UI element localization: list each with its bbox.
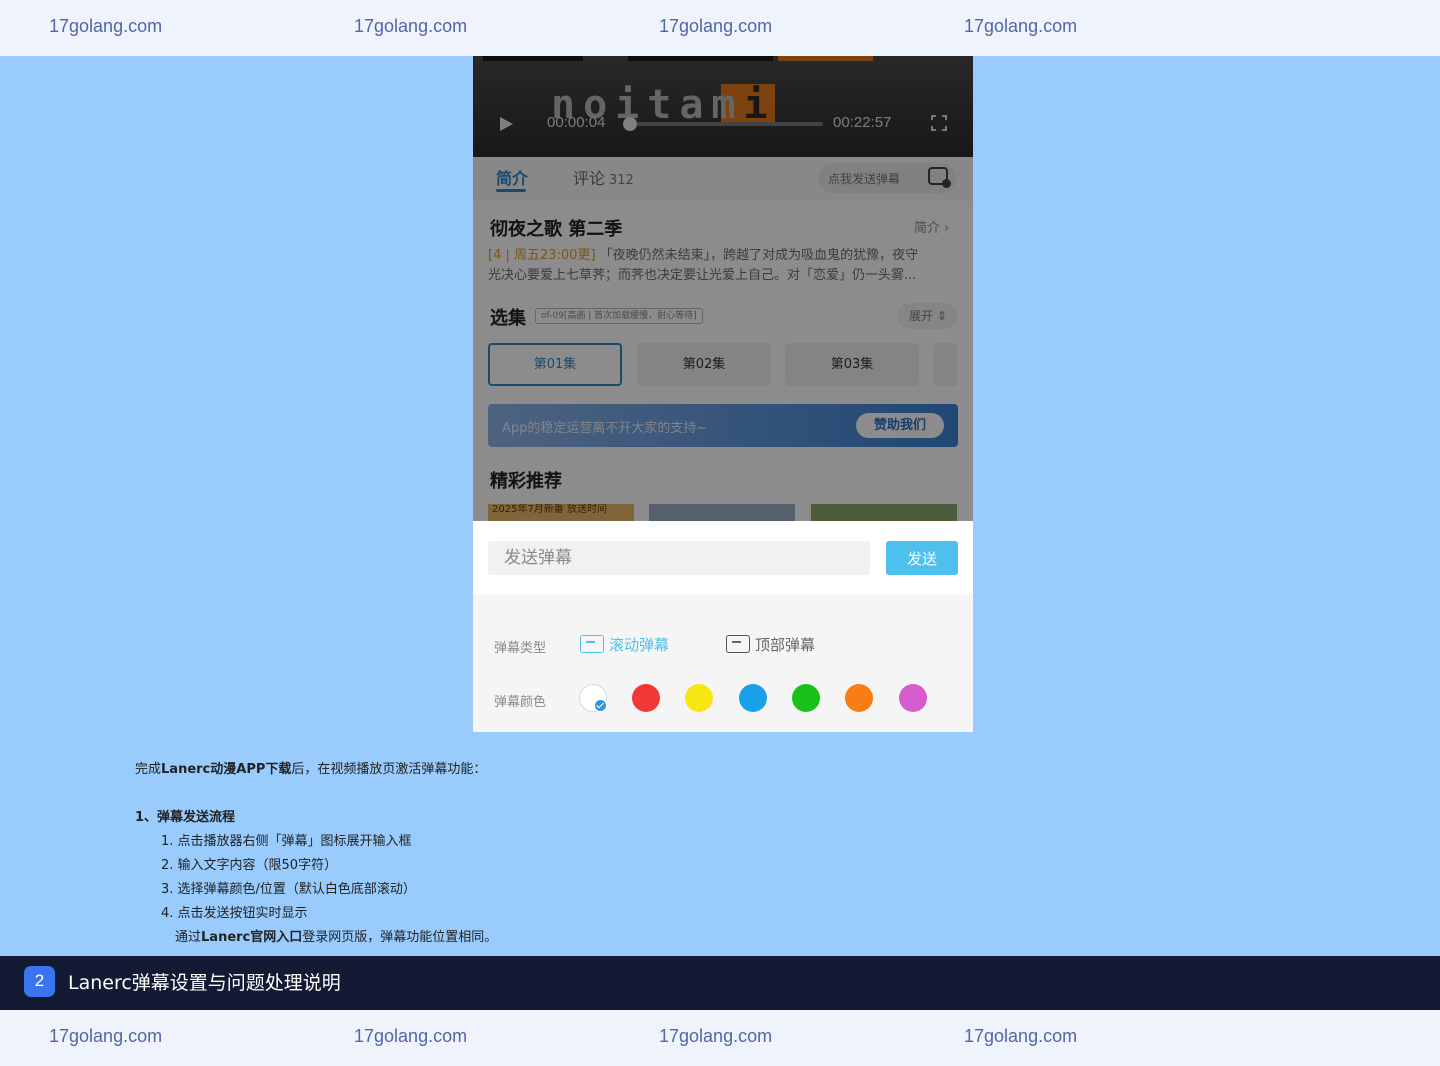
dim-overlay[interactable] — [473, 56, 973, 521]
color-swatch-green[interactable] — [792, 684, 820, 712]
download-link-text: Lanerc动漫APP下载 — [161, 762, 292, 777]
type-scroll-option[interactable]: 滚动弹幕 — [580, 634, 669, 655]
color-swatch-blue[interactable] — [739, 684, 767, 712]
step-item: 3. 选择弹幕颜色/位置（默认白色底部滚动） — [161, 882, 416, 897]
color-label: 弹幕颜色 — [494, 695, 547, 710]
watermark-bar-top: 17golang.com 17golang.com 17golang.com 1… — [0, 0, 1440, 56]
step-item: 4. 点击发送按钮实时显示 — [161, 906, 308, 921]
type-label: 弹幕类型 — [494, 641, 547, 656]
watermark-text: 17golang.com — [49, 16, 163, 36]
step-item: 1. 点击播放器右侧「弹幕」图标展开输入框 — [161, 834, 412, 849]
watermark-text: 17golang.com — [659, 16, 773, 36]
color-swatch-white[interactable] — [579, 684, 607, 712]
danmaku-input[interactable] — [488, 541, 870, 575]
danmaku-input-row: 发送 — [473, 521, 973, 595]
scroll-danmaku-icon — [580, 635, 604, 653]
color-swatch-purple[interactable] — [899, 684, 927, 712]
type-top-option[interactable]: 顶部弹幕 — [726, 634, 815, 655]
official-site-text: Lanerc官网入口 — [201, 930, 303, 945]
send-button[interactable]: 发送 — [886, 541, 958, 575]
watermark-text: 17golang.com — [354, 16, 468, 36]
watermark-bar-bottom: 17golang.com 17golang.com 17golang.com 1… — [0, 1010, 1440, 1066]
section-title: Lanerc弹幕设置与问题处理说明 — [68, 972, 341, 994]
watermark-text: 17golang.com — [354, 1026, 468, 1046]
selected-check-icon — [594, 699, 607, 712]
top-danmaku-icon — [726, 635, 750, 653]
app-screenshot: noitami 00:00:04 00:22:57 简介 评论 312 点我发送弹… — [473, 56, 973, 732]
step-item: 2. 输入文字内容（限50字符） — [161, 858, 338, 873]
section-number: 2 — [24, 966, 55, 997]
color-swatch-yellow[interactable] — [685, 684, 713, 712]
section-header: 2 Lanerc弹幕设置与问题处理说明 — [0, 956, 1440, 1010]
watermark-text: 17golang.com — [49, 1026, 163, 1046]
color-swatch-orange[interactable] — [845, 684, 873, 712]
steps-heading: 1、弹幕发送流程 — [135, 810, 236, 825]
watermark-text: 17golang.com — [659, 1026, 773, 1046]
watermark-text: 17golang.com — [964, 1026, 1078, 1046]
watermark-text: 17golang.com — [964, 16, 1078, 36]
danmaku-sheet: 发送 弹幕类型 滚动弹幕 顶部弹幕 弹幕颜色 — [473, 521, 973, 732]
web-note: 通过Lanerc官网入口登录网页版，弹幕功能位置相同。 — [175, 930, 498, 945]
color-swatch-red[interactable] — [632, 684, 660, 712]
intro-paragraph: 完成Lanerc动漫APP下载后，在视频播放页激活弹幕功能： — [135, 762, 487, 777]
